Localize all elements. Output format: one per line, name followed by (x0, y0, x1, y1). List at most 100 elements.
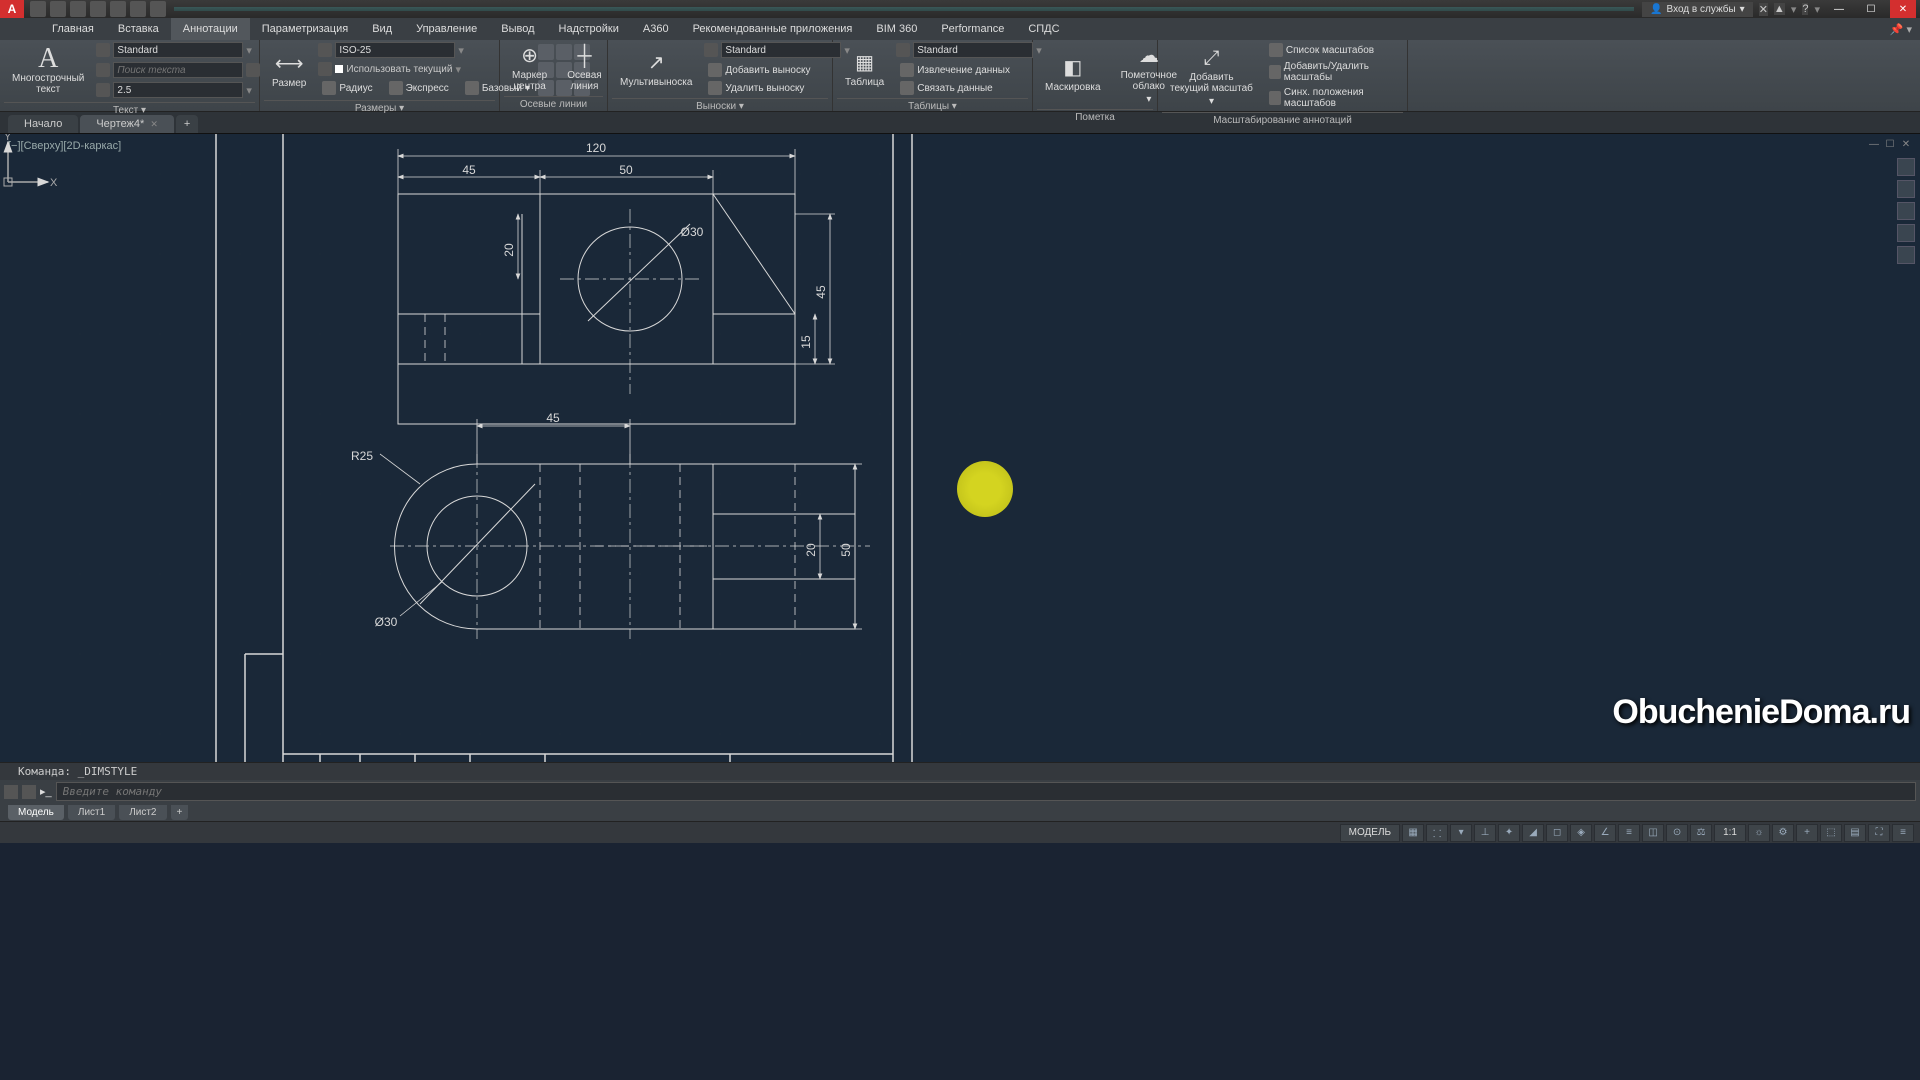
panel-title-leaders[interactable]: Выноски ▾ (612, 98, 828, 114)
status-infer-icon[interactable]: ▾ (1450, 824, 1472, 842)
link-data-button[interactable]: Связать данные (896, 80, 1042, 96)
vp-close-icon[interactable]: ✕ (1900, 138, 1912, 150)
cmd-close-icon[interactable] (4, 785, 18, 799)
nav-zoom-icon[interactable] (1897, 202, 1915, 220)
minimize-button[interactable]: — (1826, 0, 1852, 18)
mleader-button[interactable]: ↗Мультивыноска (612, 49, 700, 90)
tab-spds[interactable]: СПДС (1016, 18, 1071, 40)
tab-drawing[interactable]: Чертеж4*✕ (80, 115, 174, 133)
tab-apps[interactable]: Рекомендованные приложения (681, 18, 865, 40)
status-3dosnap-icon[interactable]: ◈ (1570, 824, 1592, 842)
status-polar-icon[interactable]: ✦ (1498, 824, 1520, 842)
tab-layout2[interactable]: Лист2 (119, 805, 166, 820)
tab-addins[interactable]: Надстройки (547, 18, 631, 40)
leader-style-select[interactable] (721, 42, 841, 58)
status-custom-icon[interactable]: ≡ (1892, 824, 1914, 842)
use-current-layer[interactable]: Использовать текущий (346, 64, 452, 75)
tab-performance[interactable]: Performance (929, 18, 1016, 40)
app-logo[interactable]: A (0, 0, 24, 18)
dimension-button[interactable]: ⟷ Размер (264, 50, 314, 91)
new-icon[interactable] (30, 1, 46, 17)
remove-leader-button[interactable]: Удалить выноску (704, 80, 850, 96)
cmd-options-icon[interactable] (22, 785, 36, 799)
status-qprop-icon[interactable]: ▤ (1844, 824, 1866, 842)
exchange-icon[interactable]: ✕ (1759, 3, 1768, 16)
app-icon[interactable]: ▲ (1774, 3, 1785, 15)
nav-pan-icon[interactable] (1897, 180, 1915, 198)
tab-parametric[interactable]: Параметризация (250, 18, 360, 40)
status-annomon-icon[interactable]: + (1796, 824, 1818, 842)
status-anno-icon[interactable]: ⚖ (1690, 824, 1712, 842)
status-ortho-icon[interactable]: ⊥ (1474, 824, 1496, 842)
status-otrack-icon[interactable]: ∠ (1594, 824, 1616, 842)
express-button[interactable]: Экспресс (385, 80, 453, 96)
vp-maximize-icon[interactable]: ☐ (1884, 138, 1896, 150)
nav-show-icon[interactable] (1897, 246, 1915, 264)
ucs-icon[interactable]: X Y (0, 134, 60, 194)
centermark-button[interactable]: ⊕Маркер центра (504, 42, 555, 94)
centerline-button[interactable]: ┼Осевая линия (559, 42, 610, 94)
open-icon[interactable] (50, 1, 66, 17)
status-iso-icon[interactable]: ◢ (1522, 824, 1544, 842)
wipeout-button[interactable]: ◧Маскировка (1037, 54, 1109, 95)
add-leader-button[interactable]: Добавить выноску (704, 62, 850, 78)
print-icon[interactable] (110, 1, 126, 17)
panel-title-tables[interactable]: Таблицы ▾ (837, 98, 1028, 114)
scale-list-button[interactable]: Список масштабов (1265, 42, 1403, 58)
tab-layout1[interactable]: Лист1 (68, 805, 115, 820)
tab-annotations[interactable]: Аннотации (171, 18, 250, 40)
close-button[interactable]: ✕ (1890, 0, 1916, 18)
text-search-input[interactable] (113, 62, 243, 78)
redo-icon[interactable] (150, 1, 166, 17)
extract-data-button[interactable]: Извлечение данных (896, 62, 1042, 78)
save-icon[interactable] (70, 1, 86, 17)
tab-home[interactable]: Главная (40, 18, 106, 40)
status-cycle-icon[interactable]: ⊙ (1666, 824, 1688, 842)
tab-bim360[interactable]: BIM 360 (864, 18, 929, 40)
drawing-canvas[interactable]: [−][Сверху][2D-каркас] — ☐ ✕ (0, 134, 1920, 762)
status-lw-icon[interactable]: ≡ (1618, 824, 1640, 842)
maximize-button[interactable]: ☐ (1858, 0, 1884, 18)
status-osnap-icon[interactable]: ◻ (1546, 824, 1568, 842)
text-height-input[interactable] (113, 82, 243, 98)
vp-minimize-icon[interactable]: — (1868, 138, 1880, 150)
radius-button[interactable]: Радиус (318, 80, 376, 96)
tab-insert[interactable]: Вставка (106, 18, 171, 40)
help-icon[interactable]: ? (1802, 3, 1808, 15)
add-current-scale-button[interactable]: ⤢Добавить текущий масштаб ▾ (1162, 44, 1261, 109)
status-ws-icon[interactable]: ⚙ (1772, 824, 1794, 842)
table-style-select[interactable] (913, 42, 1033, 58)
ribbon-expand-icon[interactable]: 📌 ▾ (1890, 23, 1912, 36)
text-style-select[interactable] (113, 42, 243, 58)
tab-output[interactable]: Вывод (489, 18, 546, 40)
table-button[interactable]: ▦Таблица (837, 49, 892, 90)
tab-manage[interactable]: Управление (404, 18, 489, 40)
tab-model[interactable]: Модель (8, 805, 64, 820)
nav-wheel-icon[interactable] (1897, 158, 1915, 176)
status-visibility-icon[interactable]: ☼ (1748, 824, 1770, 842)
panel-title-dim[interactable]: Размеры ▾ (264, 100, 495, 116)
tab-view[interactable]: Вид (360, 18, 404, 40)
tab-start[interactable]: Начало (8, 115, 78, 133)
status-units-icon[interactable]: ⬚ (1820, 824, 1842, 842)
status-scale-button[interactable]: 1:1 (1714, 824, 1746, 842)
saveas-icon[interactable] (90, 1, 106, 17)
close-tab-icon[interactable]: ✕ (150, 119, 158, 130)
status-clean-icon[interactable]: ⛶ (1868, 824, 1890, 842)
status-trans-icon[interactable]: ◫ (1642, 824, 1664, 842)
mtext-button[interactable]: A Многострочный текст (4, 45, 92, 97)
dim-style-select[interactable] (335, 42, 455, 58)
login-button[interactable]: 👤Вход в службы▾ (1642, 2, 1753, 17)
add-layout-button[interactable]: + (171, 805, 189, 820)
add-tab-button[interactable]: + (176, 115, 198, 133)
tab-a360[interactable]: A360 (631, 18, 681, 40)
undo-icon[interactable] (130, 1, 146, 17)
sync-scales-button[interactable]: Синх. положения масштабов (1265, 86, 1403, 110)
nav-orbit-icon[interactable] (1897, 224, 1915, 242)
find-icon[interactable] (246, 63, 260, 77)
status-snap-icon[interactable]: ⸬ (1426, 824, 1448, 842)
status-model-button[interactable]: МОДЕЛЬ (1340, 824, 1400, 842)
add-remove-scales-button[interactable]: Добавить/Удалить масштабы (1265, 60, 1403, 84)
status-grid-icon[interactable]: ▦ (1402, 824, 1424, 842)
command-input[interactable] (56, 782, 1916, 801)
